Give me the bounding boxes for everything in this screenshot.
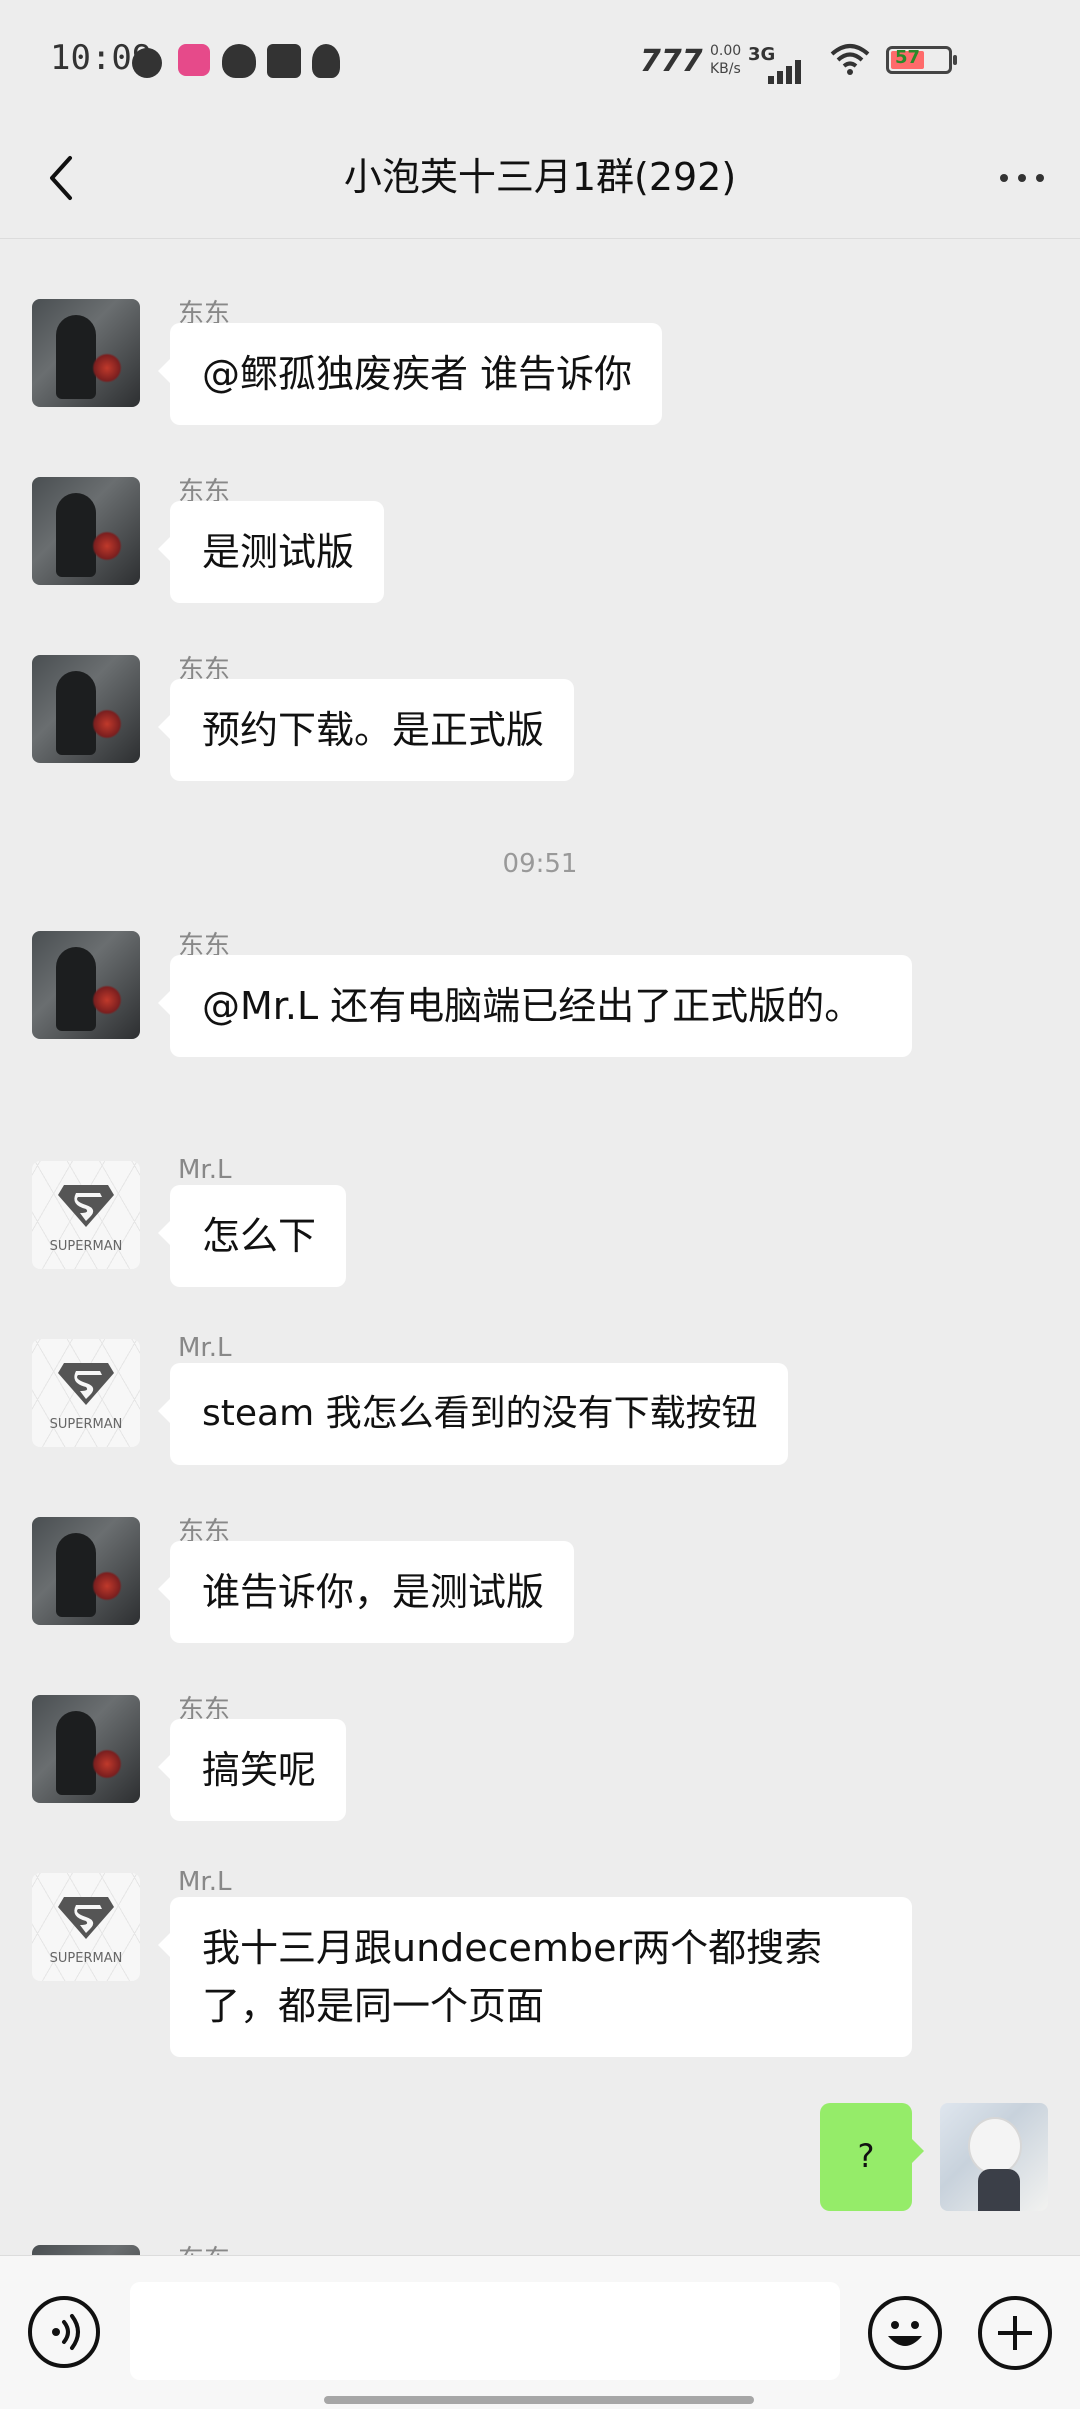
message-timestamp: 09:51 bbox=[502, 849, 578, 879]
sender-name: Mr.L bbox=[178, 1155, 232, 1185]
avatar[interactable]: SUPERMAN bbox=[32, 1161, 140, 1269]
chat-header: 小泡芙十三月1群(292) bbox=[0, 118, 1080, 239]
message-bubble[interactable]: 预约下载。是正式版 bbox=[157, 679, 575, 781]
message-bubble[interactable]: ? bbox=[820, 2103, 924, 2211]
status-bar: 10:09 777 0.00 KB/s 3G 57 bbox=[0, 0, 1080, 118]
plus-icon[interactable] bbox=[978, 2296, 1052, 2370]
app-icon bbox=[267, 44, 301, 78]
signal-icon bbox=[768, 60, 808, 84]
message-bubble[interactable]: 我十三月跟undecember两个都搜索了，都是同一个页面 bbox=[158, 1897, 912, 2057]
superman-label: SUPERMAN bbox=[49, 1951, 123, 1966]
message-list[interactable]: 东东 @鳏孤独废疾者 谁告诉你 东东 是测试版 东东 预约下载。是正式版 09:… bbox=[0, 239, 1080, 2255]
message-bubble[interactable]: 怎么下 bbox=[157, 1185, 347, 1287]
avatar[interactable]: SUPERMAN bbox=[32, 1339, 140, 1447]
avatar[interactable] bbox=[32, 931, 140, 1039]
message-input[interactable] bbox=[130, 2282, 840, 2380]
status-right-cluster: 777 0.00 KB/s 3G 57 bbox=[620, 40, 1080, 84]
network-speed-unit: KB/s bbox=[710, 61, 741, 77]
superman-logo-icon bbox=[58, 1897, 114, 1939]
cat-app-icon bbox=[222, 44, 256, 78]
battery-level: 57 bbox=[895, 47, 921, 68]
sender-name: Mr.L bbox=[178, 1333, 232, 1363]
avatar[interactable]: SUPERMAN bbox=[32, 1873, 140, 1981]
message-bubble[interactable]: 是测试版 bbox=[157, 501, 385, 603]
chat-title: 小泡芙十三月1群(292) bbox=[343, 155, 737, 199]
message-bubble[interactable]: 谁告诉你，是测试版 bbox=[157, 1541, 575, 1643]
network-speed: 0.00 KB/s bbox=[710, 42, 741, 78]
sender-name: Mr.L bbox=[178, 1867, 232, 1897]
message-bubble[interactable]: @Mr.L 还有电脑端已经出了正式版的。 bbox=[158, 955, 912, 1057]
avatar[interactable] bbox=[940, 2103, 1048, 2211]
superman-logo-icon bbox=[58, 1185, 114, 1227]
superman-label: SUPERMAN bbox=[49, 1239, 123, 1254]
message-bubble[interactable]: steam 我怎么看到的没有下载按钮 bbox=[158, 1363, 788, 1465]
bilibili-icon bbox=[178, 44, 210, 76]
voice-icon[interactable] bbox=[28, 2296, 100, 2368]
avatar[interactable] bbox=[32, 477, 140, 585]
network-speed-value: 0.00 bbox=[710, 43, 742, 59]
network-logo: 777 bbox=[640, 44, 703, 79]
superman-label: SUPERMAN bbox=[49, 1417, 123, 1432]
globe-icon bbox=[132, 48, 162, 78]
superman-logo-icon bbox=[58, 1363, 114, 1405]
avatar[interactable] bbox=[32, 2245, 140, 2255]
sender-name: 东东 bbox=[178, 2239, 230, 2255]
more-dots-icon[interactable] bbox=[992, 158, 1052, 198]
qq-icon bbox=[312, 44, 340, 78]
emoji-icon[interactable] bbox=[868, 2296, 942, 2370]
avatar[interactable] bbox=[32, 1695, 140, 1803]
home-indicator[interactable] bbox=[324, 2396, 754, 2404]
message-bubble[interactable]: 搞笑呢 bbox=[157, 1719, 347, 1821]
wifi-icon bbox=[830, 44, 870, 75]
avatar[interactable] bbox=[32, 655, 140, 763]
message-bubble[interactable]: @鳏孤独废疾者 谁告诉你 bbox=[157, 323, 663, 425]
avatar[interactable] bbox=[32, 299, 140, 407]
avatar[interactable] bbox=[32, 1517, 140, 1625]
battery-icon: 57 bbox=[886, 46, 957, 74]
input-bar bbox=[0, 2255, 1080, 2409]
